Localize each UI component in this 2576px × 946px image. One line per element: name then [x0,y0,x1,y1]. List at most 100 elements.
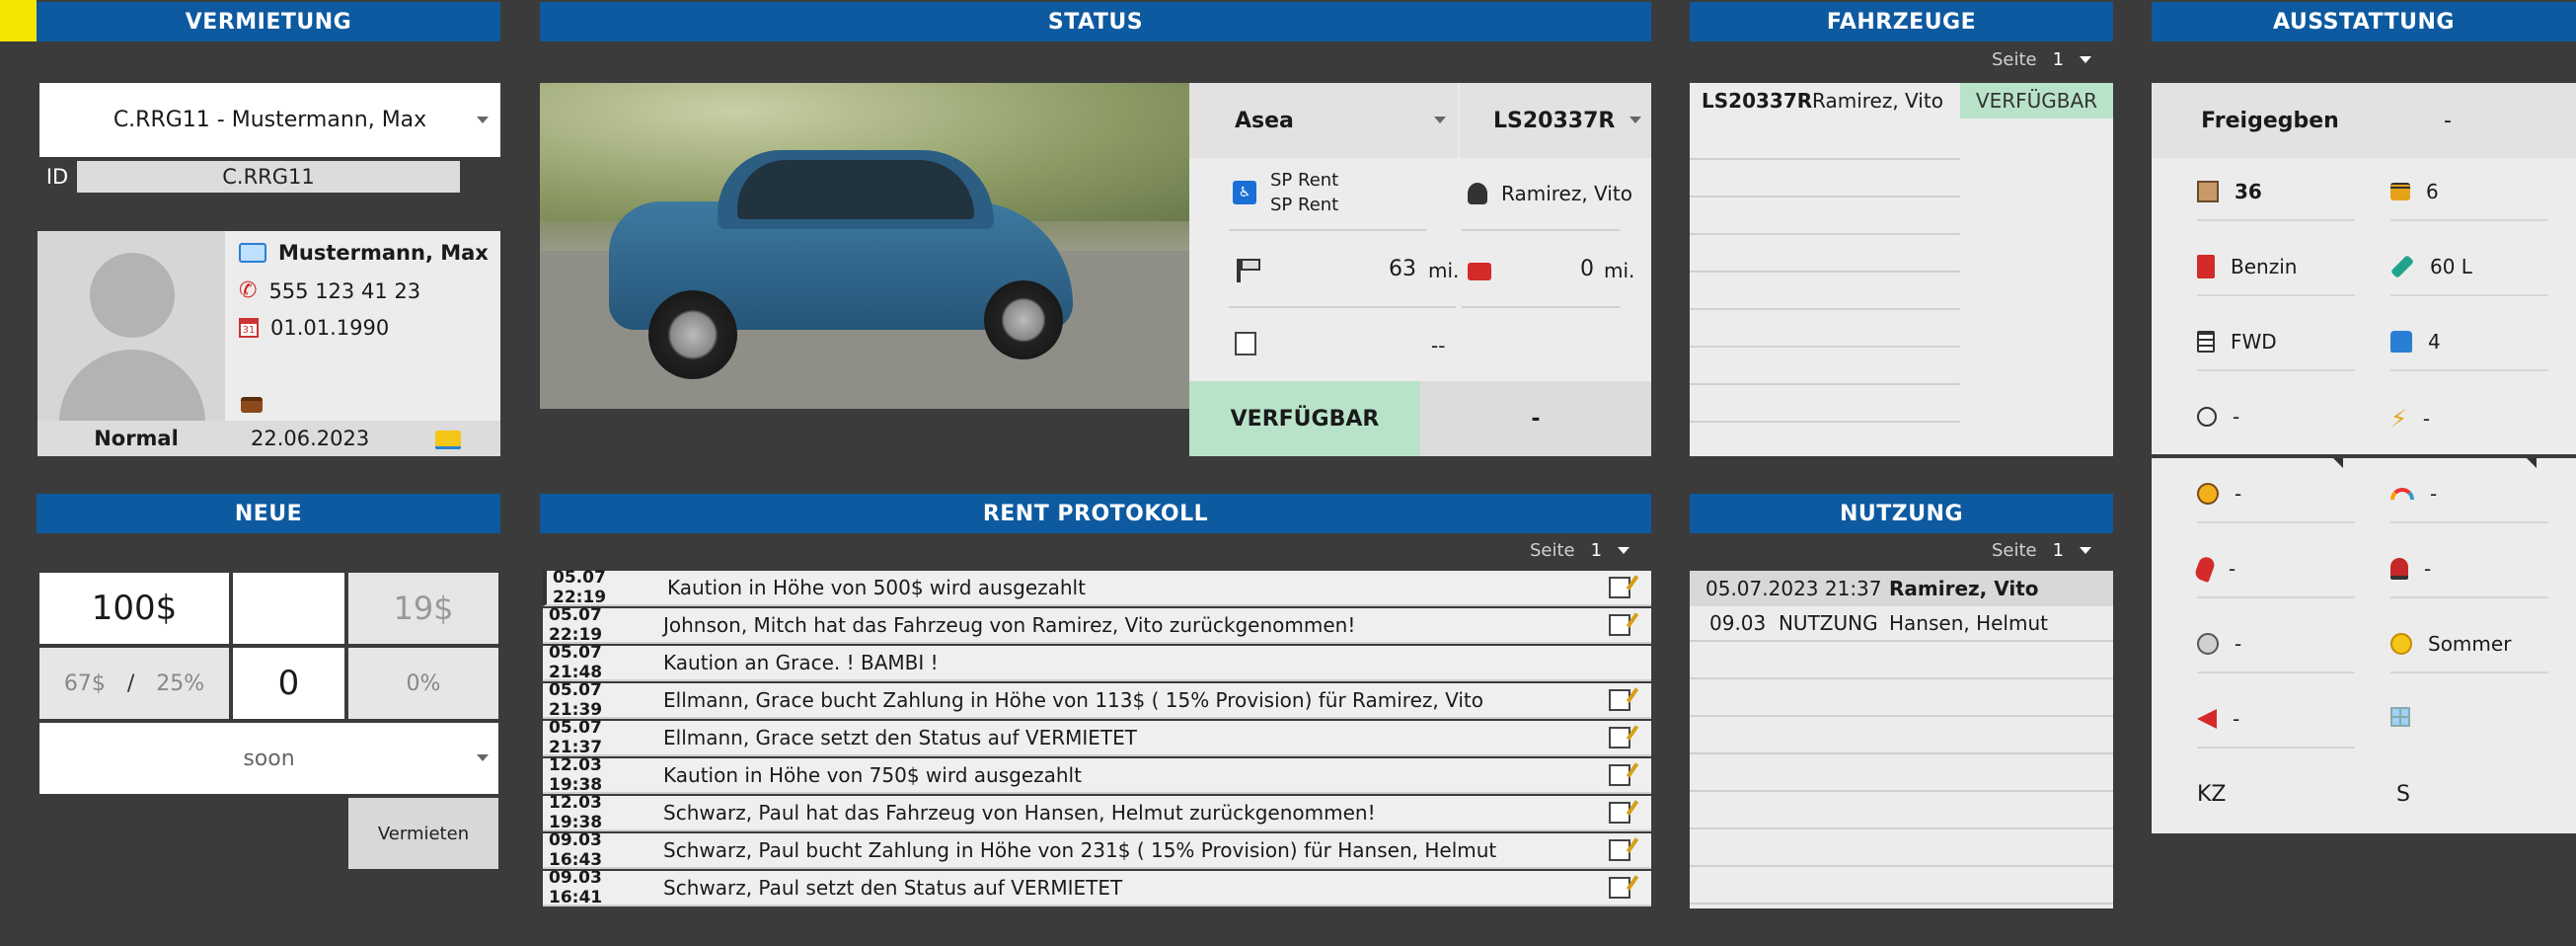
log-row[interactable]: 05.07 22:19 Johnson, Mitch hat das Fahrze… [543,605,1651,645]
customer-level: Normal [94,427,179,450]
usage-row[interactable]: 05.07.2023 21:37 Ramirez, Vito [1690,571,2113,606]
plate-select[interactable]: LS20337R [1460,83,1651,158]
freigegeben-value: - [2444,108,2452,133]
divider [2390,671,2548,673]
notepad-icon[interactable] [1609,614,1630,636]
model-select[interactable]: Asea [1189,83,1458,158]
equip-siren: - [2390,557,2548,598]
vehicle-plate: LS20337R [1702,89,1813,113]
vermieten-button[interactable]: Vermieten [348,798,498,869]
pager-page: 1 [2052,49,2065,70]
protokoll-pager[interactable]: Seite 1 [1530,540,1630,561]
count-field[interactable]: 0 [233,648,344,719]
notepad-icon[interactable] [1609,839,1630,861]
siren-icon [2390,558,2408,580]
divider [1690,715,2113,717]
divider [2390,521,2548,523]
customer-card: Mustermann, Max ✆ 555 123 41 23 31 01.01… [38,231,500,456]
company-block: ♿ SP Rent SP Rent [1233,170,1338,215]
person-icon [1468,183,1487,204]
notepad-icon[interactable] [1609,802,1630,824]
divider [1690,828,2113,829]
repair-mileage-value: 0 [1580,257,1594,281]
status-available-button[interactable]: VERFÜGBAR [1189,381,1420,456]
notepad-icon[interactable] [1609,764,1630,786]
log-row[interactable]: 09.03 16:43 Schwarz, Paul bucht Zahlung i… [543,830,1651,870]
vehicle-row[interactable]: LS20337R Ramirez, Vito VERFÜGBAR [1690,83,2113,118]
divider [1690,421,1960,423]
company-line1: SP Rent [1270,170,1339,191]
repair-mileage-unit: mi. [1604,259,1635,282]
megaphone-icon [2197,709,2217,729]
equip-value: - [2233,405,2240,429]
notepad-icon[interactable] [1609,577,1630,598]
photo-car-window [737,160,974,219]
log-row[interactable]: 05.07 21:39 Ellmann, Grace bucht Zahlung … [543,680,1651,720]
wheel-icon [2197,633,2219,655]
log-note-cell [1588,802,1651,824]
equip-color: - [2197,482,2355,523]
log-note-cell [1588,689,1651,711]
palette-icon [2197,483,2219,505]
notepad-icon[interactable] [1609,727,1630,749]
divider [1690,383,1960,385]
equip-value: 4 [2428,330,2441,354]
header-neue: NEUE [37,494,500,533]
equip-horn: - [2193,554,2355,598]
notepad-icon[interactable] [1609,877,1630,899]
avatar-body [59,350,205,421]
fahrzeuge-pager[interactable]: Seite 1 [1992,49,2092,70]
log-message: Kaution in Höhe von 500$ wird ausgezahlt [667,576,1086,599]
nutzung-pager[interactable]: Seite 1 [1992,540,2092,561]
sub-amount: 67$ [63,670,106,696]
duration-select[interactable]: soon [39,723,498,794]
sub-amount-field[interactable]: 67$ / 25% [39,648,229,719]
chevron-down-icon [1618,547,1630,554]
pager-page: 1 [1590,540,1603,561]
id-field: C.RRG11 [77,161,460,193]
log-row[interactable]: 05.07 22:19 Kaution in Höhe von 500$ wird… [543,568,1651,607]
tax-field[interactable]: 19$ [348,573,498,644]
equip-value: - [2430,482,2438,506]
kz-value: S [2396,782,2410,807]
kz-label: KZ [2197,782,2227,807]
log-row[interactable]: 12.03 19:38 Schwarz, Paul hat das Fahrzeu… [543,793,1651,832]
header-status: STATUS [540,2,1651,41]
id-card-icon [239,243,266,263]
divider [2197,596,2355,598]
log-time: 09.03 16:43 [549,830,603,870]
equip-value: - [2235,482,2242,506]
note-value: -- [1431,334,1446,357]
status-extra[interactable]: - [1420,381,1651,456]
plate-value: LS20337R [1493,108,1616,133]
price-field[interactable]: 100$ [39,573,229,644]
folder-icon[interactable] [435,431,461,449]
photo-wheel-front [648,290,737,379]
divider [1462,229,1620,231]
customer-date: 22.06.2023 [251,427,370,450]
usage-when: 09.03 NUTZUNG [1709,611,1878,635]
customer-phone: 555 123 41 23 [268,278,421,303]
log-row[interactable]: 12.03 19:38 Kaution in Höhe von 750$ wird… [543,755,1651,795]
log-note-cell [1588,877,1651,899]
equip-seats: 4 [2390,330,2548,371]
customer-select[interactable]: C.RRG11 - Mustermann, Max [39,83,500,157]
log-row[interactable]: 09.03 16:41 Schwarz, Paul setzt den Statu… [543,868,1651,907]
customer-name: Mustermann, Max [278,241,489,265]
avatar-head [90,253,175,338]
chevron-down-icon [1434,117,1446,123]
log-message: Schwarz, Paul setzt den Status auf VERMI… [663,876,1123,900]
equip-value: 60 L [2430,255,2472,278]
briefcase-icon[interactable] [241,397,263,413]
avatar [38,231,225,421]
blank-field[interactable] [233,573,344,644]
log-message: Ellmann, Grace setzt den Status auf VERM… [663,726,1137,749]
notepad-icon[interactable] [1235,332,1256,355]
log-message: Kaution in Höhe von 750$ wird ausgezahlt [663,763,1082,787]
usage-row[interactable]: 09.03 NUTZUNG Hansen, Helmut [1690,606,2113,642]
notepad-icon[interactable] [1609,689,1630,711]
log-row[interactable]: 05.07 21:48 Kaution an Grace. ! BAMBI ! [543,643,1651,682]
log-row[interactable]: 05.07 21:37 Ellmann, Grace setzt den Stat… [543,718,1651,757]
duration-value: soon [243,746,295,771]
percent-field[interactable]: 0% [348,648,498,719]
